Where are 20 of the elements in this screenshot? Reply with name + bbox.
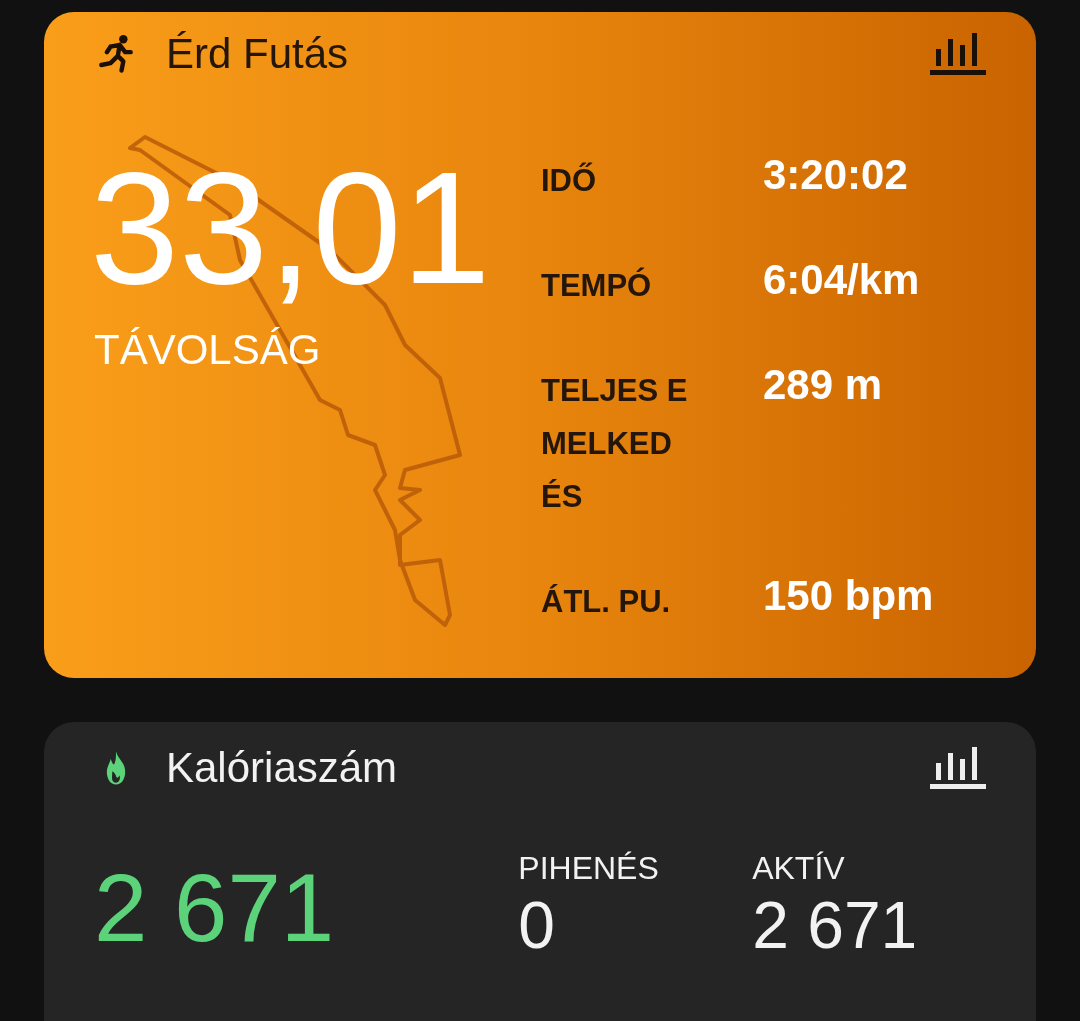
calorie-label: PIHENÉS [518, 850, 660, 887]
calorie-total: 2 671 [94, 853, 336, 963]
calorie-card[interactable]: Kalóriaszám 2 671 PIHENÉS 0 AKTÍV 2 671 [44, 722, 1036, 1021]
bar-chart-icon[interactable] [930, 746, 986, 790]
stat-label: TEMPÓ [541, 266, 653, 305]
stat-value: 289 m [763, 360, 884, 410]
calorie-value: 0 [518, 887, 557, 963]
distance-label: TÁVOLSÁG [94, 326, 322, 374]
stat-label: ÁTL. PU. [541, 583, 672, 621]
distance-value: 33,01 [90, 148, 492, 308]
stat-value: 6:04/km [763, 255, 921, 305]
calorie-value: 2 671 [752, 887, 919, 963]
stat-label: IDŐ [541, 161, 598, 200]
stat-value: 3:20:02 [763, 150, 909, 200]
card-title: Érd Futás [166, 30, 350, 78]
calorie-label: AKTÍV [752, 850, 846, 887]
stat-label: TELJES EMELKEDÉS [541, 372, 689, 516]
stat-value: 150 bpm [763, 571, 934, 621]
activity-card[interactable]: Érd Futás 33,01 TÁVOLSÁG IDŐ 3:20:02 TEMPÓ 6:04/km TELJES EMELKEDÉS 289 m ÁTL. PU. 150 bpm [44, 12, 1036, 678]
card-title: Kalóriaszám [166, 744, 399, 792]
